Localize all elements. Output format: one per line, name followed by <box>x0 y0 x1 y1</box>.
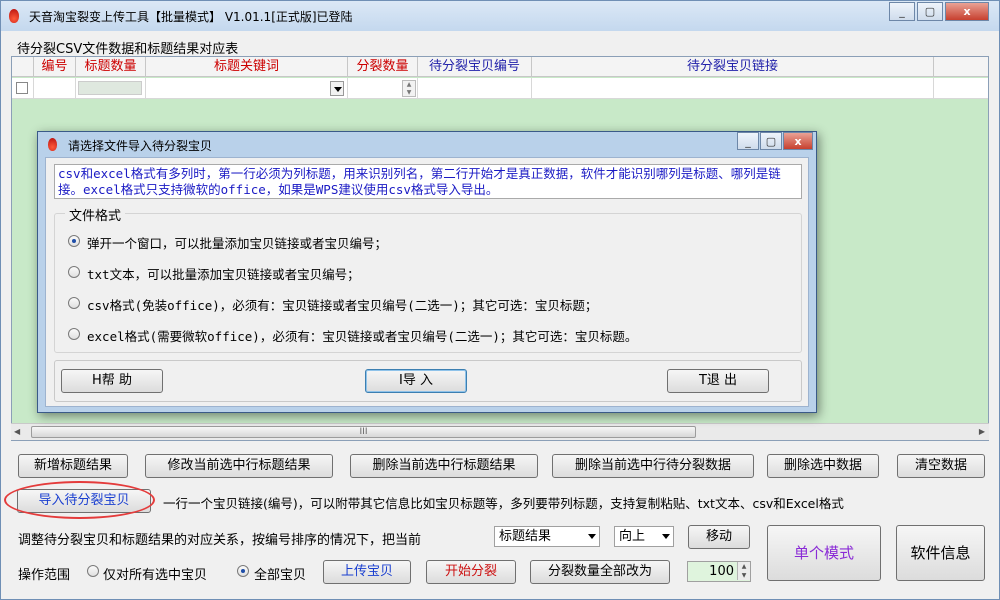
decrement-icon[interactable]: ▼ <box>737 571 750 580</box>
option-csv-radio[interactable] <box>68 297 80 309</box>
import-hint: 一行一个宝贝链接(编号)，可以附带其它信息比如宝贝标题等，多列要带列标题，支持复… <box>163 496 844 511</box>
cell-title-count[interactable] <box>76 78 146 99</box>
software-info-button[interactable]: 软件信息 <box>896 525 985 581</box>
scroll-thumb[interactable]: III <box>31 426 696 438</box>
horizontal-scrollbar[interactable]: ◀ III ▶ <box>11 423 989 440</box>
scroll-left-icon[interactable]: ◀ <box>14 427 20 436</box>
row-checkbox-cell[interactable] <box>12 78 34 99</box>
increment-icon[interactable]: ▲ <box>737 562 750 571</box>
help-button[interactable]: H帮 助 <box>61 369 163 393</box>
window-title: 天音淘宝裂变上传工具【批量模式】 V1.01.1[正式版]已登陆 <box>29 10 353 24</box>
format-note: csv和excel格式有多列时，第一行必须为列标题，用来识别列名，第二行开始才是… <box>54 164 802 199</box>
close-button[interactable]: x <box>945 2 989 21</box>
table-section-label: 待分裂CSV文件数据和标题结果对应表 <box>17 42 239 57</box>
start-split-button[interactable]: 开始分裂 <box>426 560 516 584</box>
count-value: 100 <box>709 564 734 579</box>
row-checkbox[interactable] <box>16 82 28 94</box>
adjust-target-select[interactable]: 标题结果 <box>494 526 600 547</box>
scope-selected-radio[interactable] <box>87 565 99 577</box>
option-window-label[interactable]: 弹开一个窗口，可以批量添加宝贝链接或者宝贝编号； <box>87 233 387 252</box>
col-header-split-count[interactable]: 分裂数量 <box>348 57 418 77</box>
upload-items-button[interactable]: 上传宝贝 <box>323 560 411 584</box>
option-csv-label[interactable]: csv格式(免装office)，必须有：宝贝链接或者宝贝编号(二选一)；其它可选… <box>87 295 597 314</box>
scope-selected-label[interactable]: 仅对所有选中宝贝 <box>103 564 207 583</box>
exit-button[interactable]: T退 出 <box>667 369 769 393</box>
col-header-id[interactable]: 编号 <box>34 57 76 77</box>
minimize-button[interactable]: _ <box>889 2 915 21</box>
header-corner <box>12 57 34 77</box>
highlight-ellipse <box>4 481 155 519</box>
title-count-editor[interactable] <box>78 81 142 95</box>
dialog-maximize-button[interactable]: ▢ <box>760 132 782 150</box>
chevron-down-icon <box>334 87 342 92</box>
col-header-title-count[interactable]: 标题数量 <box>76 57 146 77</box>
option-window-radio[interactable] <box>68 235 80 247</box>
cell-split-count[interactable]: ▲ ▼ <box>348 78 418 99</box>
cell-item-id[interactable] <box>418 78 532 99</box>
chevron-down-icon <box>588 534 596 539</box>
app-flame-icon <box>9 9 19 23</box>
scope-all-label[interactable]: 全部宝贝 <box>254 564 306 583</box>
delete-selected-button[interactable]: 删除选中数据 <box>767 454 879 478</box>
adjust-direction-select[interactable]: 向上 <box>614 526 674 547</box>
move-button[interactable]: 移动 <box>688 525 750 549</box>
split-count-spinner[interactable]: ▲ ▼ <box>402 80 416 97</box>
scope-all-radio[interactable] <box>237 565 249 577</box>
table-row[interactable]: ▲ ▼ <box>12 78 988 99</box>
delete-current-title-button[interactable]: 删除当前选中行标题结果 <box>350 454 538 478</box>
cell-id[interactable] <box>34 78 76 99</box>
dialog-body: csv和excel格式有多列时，第一行必须为列标题，用来识别列名，第二行开始才是… <box>45 157 809 407</box>
cell-title-keywords[interactable] <box>146 78 348 99</box>
add-title-result-button[interactable]: 新增标题结果 <box>18 454 128 478</box>
cell-item-link[interactable] <box>532 78 934 99</box>
title-bar: 天音淘宝裂变上传工具【批量模式】 V1.01.1[正式版]已登陆 _ ▢ x <box>1 1 999 31</box>
single-mode-button[interactable]: 单个模式 <box>767 525 881 581</box>
scope-label: 操作范围 <box>18 568 71 583</box>
import-dialog: 请选择文件导入待分裂宝贝 _ ▢ x csv和excel格式有多列时，第一行必须… <box>37 131 817 413</box>
chevron-down-icon <box>662 534 670 539</box>
grid-header: 编号 标题数量 标题关键词 分裂数量 待分裂宝贝编号 待分裂宝贝链接 <box>12 57 988 77</box>
option-txt-radio[interactable] <box>68 266 80 278</box>
scroll-right-icon[interactable]: ▶ <box>979 427 985 436</box>
delete-current-split-button[interactable]: 删除当前选中行待分裂数据 <box>552 454 754 478</box>
option-excel-radio[interactable] <box>68 328 80 340</box>
col-header-title-keywords[interactable]: 标题关键词 <box>146 57 348 77</box>
file-format-label: 文件格式 <box>65 205 126 224</box>
dialog-title: 请选择文件导入待分裂宝贝 <box>68 139 213 153</box>
set-all-count-button[interactable]: 分裂数量全部改为 <box>530 560 670 584</box>
adjust-target-value: 标题结果 <box>499 529 552 544</box>
dialog-close-button[interactable]: x <box>783 132 813 150</box>
keywords-dropdown-button[interactable] <box>330 81 344 96</box>
maximize-button[interactable]: ▢ <box>917 2 943 21</box>
col-header-item-link[interactable]: 待分裂宝贝链接 <box>532 57 934 77</box>
dialog-flame-icon <box>48 138 57 151</box>
option-txt-label[interactable]: txt文本，可以批量添加宝贝链接或者宝贝编号； <box>87 264 360 283</box>
adjust-label: 调整待分裂宝贝和标题结果的对应关系，按编号排序的情况下，把当前 <box>18 533 422 548</box>
col-header-item-id[interactable]: 待分裂宝贝编号 <box>418 57 532 77</box>
dialog-button-bar: H帮 助 I导 入 T退 出 <box>54 360 802 402</box>
import-button[interactable]: I导 入 <box>365 369 467 393</box>
adjust-direction-value: 向上 <box>619 529 646 544</box>
edit-current-title-button[interactable]: 修改当前选中行标题结果 <box>145 454 333 478</box>
clear-data-button[interactable]: 清空数据 <box>897 454 985 478</box>
file-format-group: 文件格式 弹开一个窗口，可以批量添加宝贝链接或者宝贝编号； txt文本，可以批量… <box>54 205 802 353</box>
option-excel-label[interactable]: excel格式(需要微软office)，必须有：宝贝链接或者宝贝编号(二选一)；… <box>87 326 637 345</box>
dialog-minimize-button[interactable]: _ <box>737 132 759 150</box>
count-stepper[interactable]: 100 ▲ ▼ <box>687 561 751 582</box>
